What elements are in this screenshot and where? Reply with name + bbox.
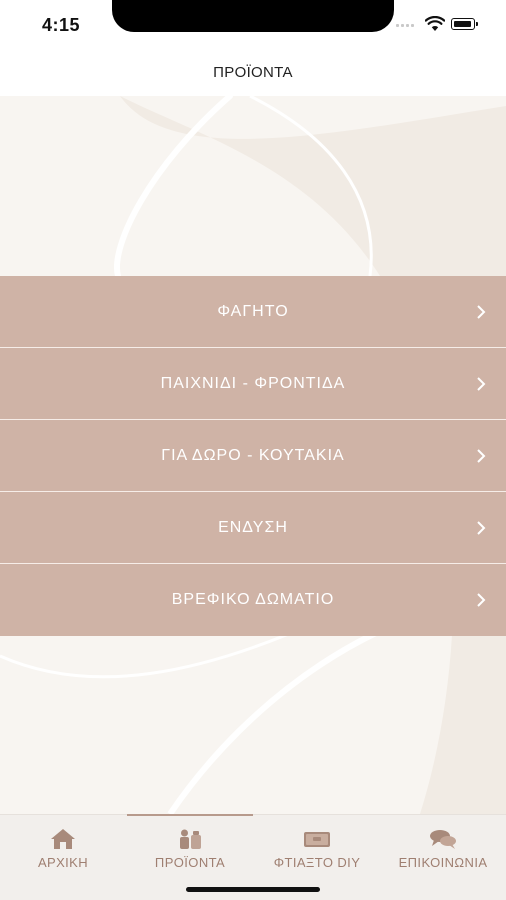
- tab-label: ΠΡΟΪΟΝΤΑ: [154, 855, 226, 870]
- menu-item-label: ΓΙΑ ΔΩΡΟ - ΚΟΥΤΑΚΙΑ: [161, 446, 345, 464]
- page-title: ΠΡΟΪΟΝΤΑ: [213, 64, 293, 81]
- status-bar: 4:15: [0, 0, 506, 50]
- signal-icon: [396, 24, 414, 27]
- menu-item-food[interactable]: ΦΑΓΗΤΟ: [0, 276, 506, 348]
- navigation-bar: ΠΡΟΪΟΝΤΑ: [0, 50, 506, 96]
- home-icon: [51, 829, 75, 849]
- chevron-right-icon: [477, 449, 486, 463]
- menu-item-label: ΒΡΕΦΙΚΟ ΔΩΜΑΤΙΟ: [171, 591, 335, 608]
- wifi-icon: [425, 16, 445, 31]
- category-menu: ΦΑΓΗΤΟ ΠΑΙΧΝΙΔΙ - ΦΡΟΝΤΙΔΑ ΓΙΑ ΔΩΡΟ - ΚΟ…: [0, 276, 506, 636]
- chevron-right-icon: [477, 593, 486, 607]
- tab-label: ΑΡΧΙΚΗ: [37, 855, 89, 870]
- battery-icon: [451, 18, 478, 30]
- menu-item-clothing[interactable]: ΕΝΔΥΣΗ: [0, 492, 506, 564]
- chevron-right-icon: [477, 305, 486, 319]
- menu-item-label: ΕΝΔΥΣΗ: [218, 518, 288, 536]
- chevron-right-icon: [477, 377, 486, 391]
- tab-label: ΦΤΙΑΞΤΟ DIY: [273, 855, 361, 870]
- menu-item-toys-care[interactable]: ΠΑΙΧΝΙΔΙ - ΦΡΟΝΤΙΔΑ: [0, 348, 506, 420]
- home-indicator: [186, 887, 320, 892]
- menu-item-gifts-boxes[interactable]: ΓΙΑ ΔΩΡΟ - ΚΟΥΤΑΚΙΑ: [0, 420, 506, 492]
- menu-item-label: ΦΑΓΗΤΟ: [217, 302, 289, 320]
- diy-icon: [304, 832, 330, 847]
- app-screen: 4:15 ΠΡΟΪΟΝΤΑ ΦΑΓΗΤΟ ΠΑΙΧΝΙΔΙ - ΦΡΟΝΤΙΔΑ: [0, 0, 506, 900]
- menu-item-nursery[interactable]: ΒΡΕΦΙΚΟ ΔΩΜΑΤΙΟ: [0, 564, 506, 636]
- tab-contact[interactable]: ΕΠΙΚΟΙΝΩΝΙΑ: [380, 815, 506, 900]
- chevron-right-icon: [477, 521, 486, 535]
- chat-icon: [430, 830, 456, 849]
- device-notch: [112, 0, 394, 32]
- tab-label: ΕΠΙΚΟΙΝΩΝΙΑ: [398, 855, 488, 870]
- status-time: 4:15: [42, 15, 81, 35]
- tab-bar: ΑΡΧΙΚΗ ΠΡΟΪΟΝΤΑ ΦΤΙΑΞΤΟ DIY ΕΠΙΚΟΙΝΩΝΙΑ: [0, 814, 506, 900]
- products-icon: [180, 829, 201, 849]
- tab-home[interactable]: ΑΡΧΙΚΗ: [0, 815, 126, 900]
- menu-item-label: ΠΑΙΧΝΙΔΙ - ΦΡΟΝΤΙΔΑ: [160, 374, 346, 392]
